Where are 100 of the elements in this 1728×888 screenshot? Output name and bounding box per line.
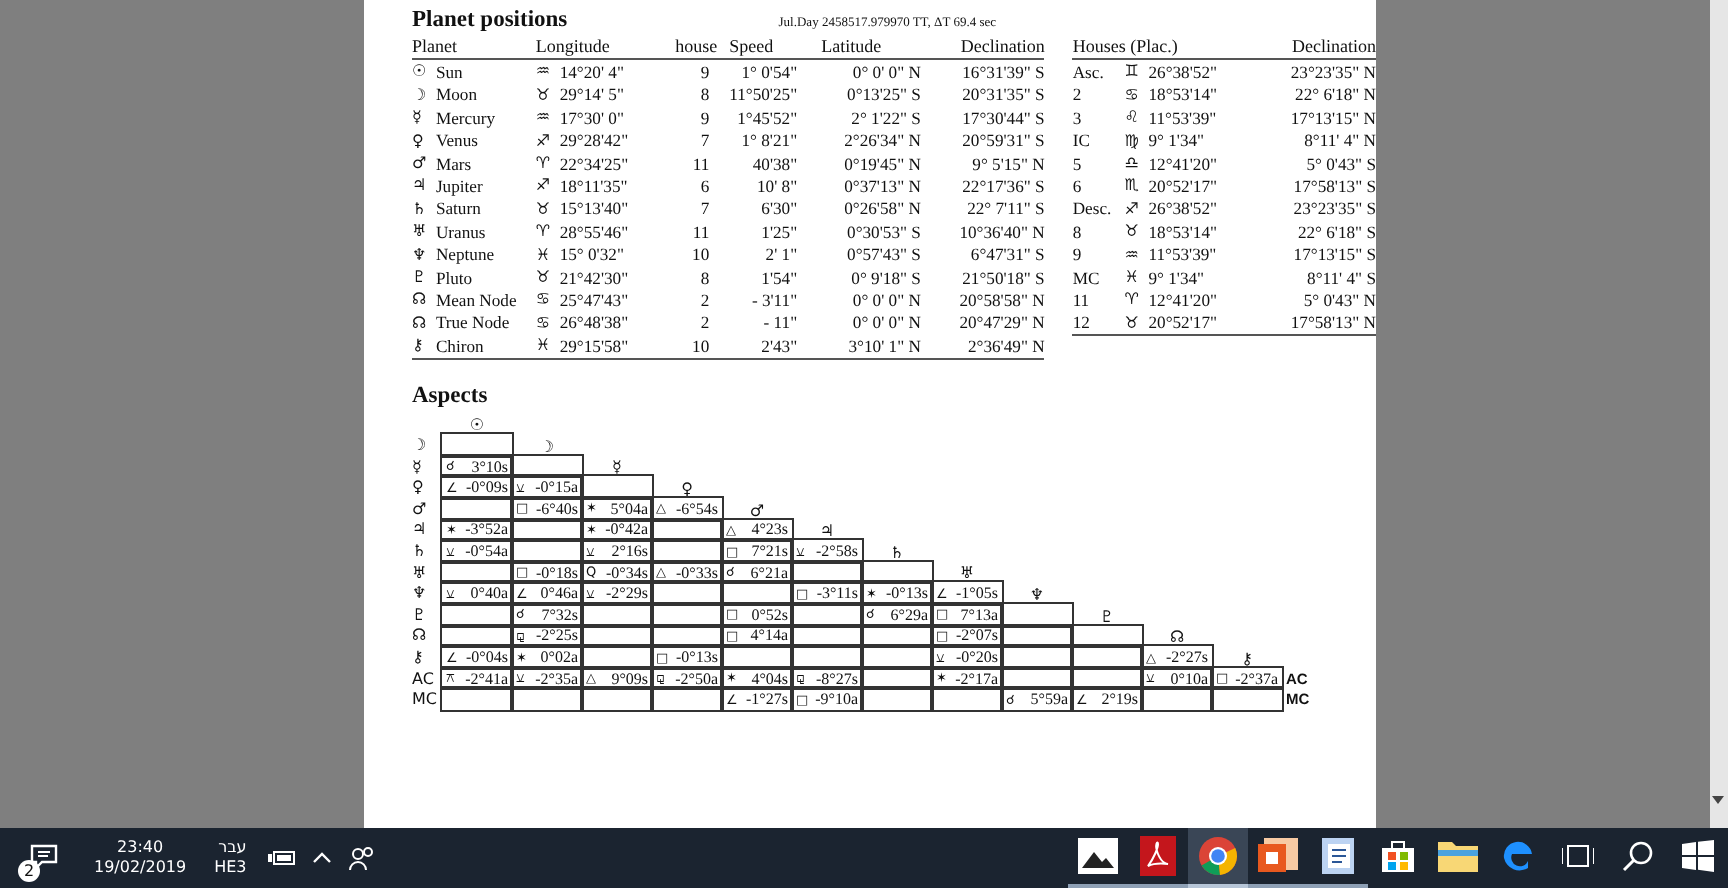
house-label: 8 — [1072, 221, 1082, 242]
zodiac-glyph: ♉ — [1124, 313, 1139, 332]
orb-value: -0°04s — [466, 648, 508, 667]
speed-value: 1° 0'54" — [741, 61, 798, 82]
column-header: Declination — [960, 36, 1045, 56]
planet-glyph: ♄ — [889, 543, 905, 562]
scroll-down-icon[interactable] — [1710, 792, 1726, 808]
browser-icon — [1198, 836, 1238, 876]
declination-value: 20°59'31" S — [962, 130, 1045, 151]
latitude-value: 0°13'25" S — [847, 84, 921, 105]
orb-value: -2°29s — [606, 584, 648, 603]
zodiac-glyph: ♎ — [1124, 154, 1139, 173]
house-position: 11°53'39" — [1148, 244, 1217, 265]
declination-value: 8°11' 4" S — [1307, 267, 1376, 288]
column-header: house — [675, 36, 718, 56]
zodiac-glyph: ♈ — [535, 222, 551, 241]
orb-value: -8°27s — [816, 669, 858, 688]
grid-cell — [1002, 625, 1072, 647]
folder-icon — [1438, 840, 1478, 872]
grid-cell — [582, 688, 652, 710]
people-icon[interactable] — [348, 844, 377, 872]
orb-value: 0°52s — [751, 605, 788, 624]
row-label: ♀ — [412, 478, 424, 497]
grid-cell — [442, 604, 512, 626]
orb-value: 0°10a — [1170, 669, 1208, 688]
document-icon — [1318, 836, 1358, 876]
house-label: 2 — [1072, 84, 1082, 105]
orb-value: 3°10s — [471, 457, 508, 476]
orb-value: -2°17a — [955, 669, 998, 688]
zodiac-glyph: ♉ — [535, 85, 551, 104]
grid-cell — [792, 604, 862, 626]
latitude-value: 0°57'43" S — [847, 244, 921, 265]
scrollbar[interactable] — [1710, 0, 1728, 828]
house-number: 11 — [692, 221, 710, 242]
row-label: ♃ — [412, 520, 427, 539]
zodiac-glyph: ♉ — [535, 199, 551, 218]
planet-glyph: ☊ — [412, 313, 427, 332]
planet-name: Neptune — [435, 244, 495, 265]
orb-value: -0°20s — [956, 648, 998, 667]
zodiac-glyph: ♐ — [535, 176, 551, 195]
section-title: Planet positions — [412, 8, 568, 32]
declination-value: 8°11' 4" N — [1304, 130, 1376, 151]
house-position: 12°41'20" — [1148, 289, 1218, 310]
house-number: 10 — [692, 244, 710, 265]
grid-cell — [582, 646, 652, 668]
speed-value: 6'30" — [761, 198, 798, 219]
orb-value: -0°18s — [536, 563, 578, 582]
row-label: AC — [412, 669, 434, 688]
declination-value: 20°47'29" N — [959, 312, 1045, 333]
longitude-value: 22°34'25" — [559, 153, 629, 174]
longitude-value: 15° 0'32" — [559, 244, 624, 265]
planet-glyph: ♃ — [819, 522, 835, 541]
house-label: 9 — [1072, 244, 1082, 265]
zodiac-glyph: ♋ — [1124, 85, 1139, 104]
planet-name: Moon — [435, 84, 477, 105]
house-label: 6 — [1072, 175, 1082, 196]
longitude-value: 29°15'58" — [559, 335, 629, 356]
row-label: ♂ — [412, 499, 427, 518]
grid-cell — [722, 582, 792, 605]
planet-glyph: ♇ — [412, 268, 427, 287]
house-number: 6 — [700, 175, 710, 196]
grid-cell — [1072, 667, 1142, 689]
speed-value: - 3'11" — [751, 289, 798, 310]
zodiac-glyph: ♌ — [1124, 108, 1139, 127]
grid-cell — [512, 455, 582, 477]
image-icon — [1078, 838, 1118, 874]
taskbar-app[interactable] — [1188, 828, 1248, 888]
planet-name: Uranus — [435, 221, 486, 242]
latitude-value: 0°37'13" N — [844, 175, 921, 196]
zodiac-glyph: ♓ — [535, 245, 551, 264]
longitude-value: 21°42'30" — [559, 267, 629, 288]
grid-cell — [442, 561, 512, 583]
grid-cell — [792, 561, 862, 583]
planet-glyph: ☿ — [412, 108, 422, 127]
row-label: ☿ — [412, 457, 422, 476]
planet-glyph: ☊ — [1169, 628, 1185, 647]
house-position: 20°52'17" — [1148, 312, 1218, 333]
house-label: 5 — [1072, 153, 1082, 174]
grid-cell — [862, 667, 932, 689]
house-position: 26°38'52" — [1148, 61, 1218, 82]
house-label: 12 — [1072, 312, 1090, 333]
grid-cell — [582, 625, 652, 647]
caret-icon[interactable] — [312, 850, 333, 866]
declination-value: 22°17'36" S — [962, 175, 1045, 196]
orb-value: -0°13s — [886, 584, 928, 603]
house-label: Asc. — [1072, 61, 1104, 82]
planet-name: Mercury — [435, 107, 496, 128]
battery-icon[interactable] — [268, 848, 297, 868]
speed-value: 1° 8'21" — [741, 130, 798, 151]
planet-name: Chiron — [435, 335, 484, 356]
speed-value: 1'54" — [761, 267, 798, 288]
planet-name: Mars — [435, 153, 472, 174]
grid-cell — [722, 646, 792, 668]
planet-glyph: ♂ — [412, 154, 427, 173]
declination-value: 22° 6'18" S — [1297, 221, 1376, 242]
grid-cell — [512, 688, 582, 710]
orb-value: -0°33s — [676, 563, 718, 582]
clock-button[interactable]: 23:40 19/02/2019 — [88, 838, 193, 878]
longitude-value: 17°30' 0" — [559, 107, 624, 128]
orb-value: -2°27s — [1166, 648, 1208, 667]
